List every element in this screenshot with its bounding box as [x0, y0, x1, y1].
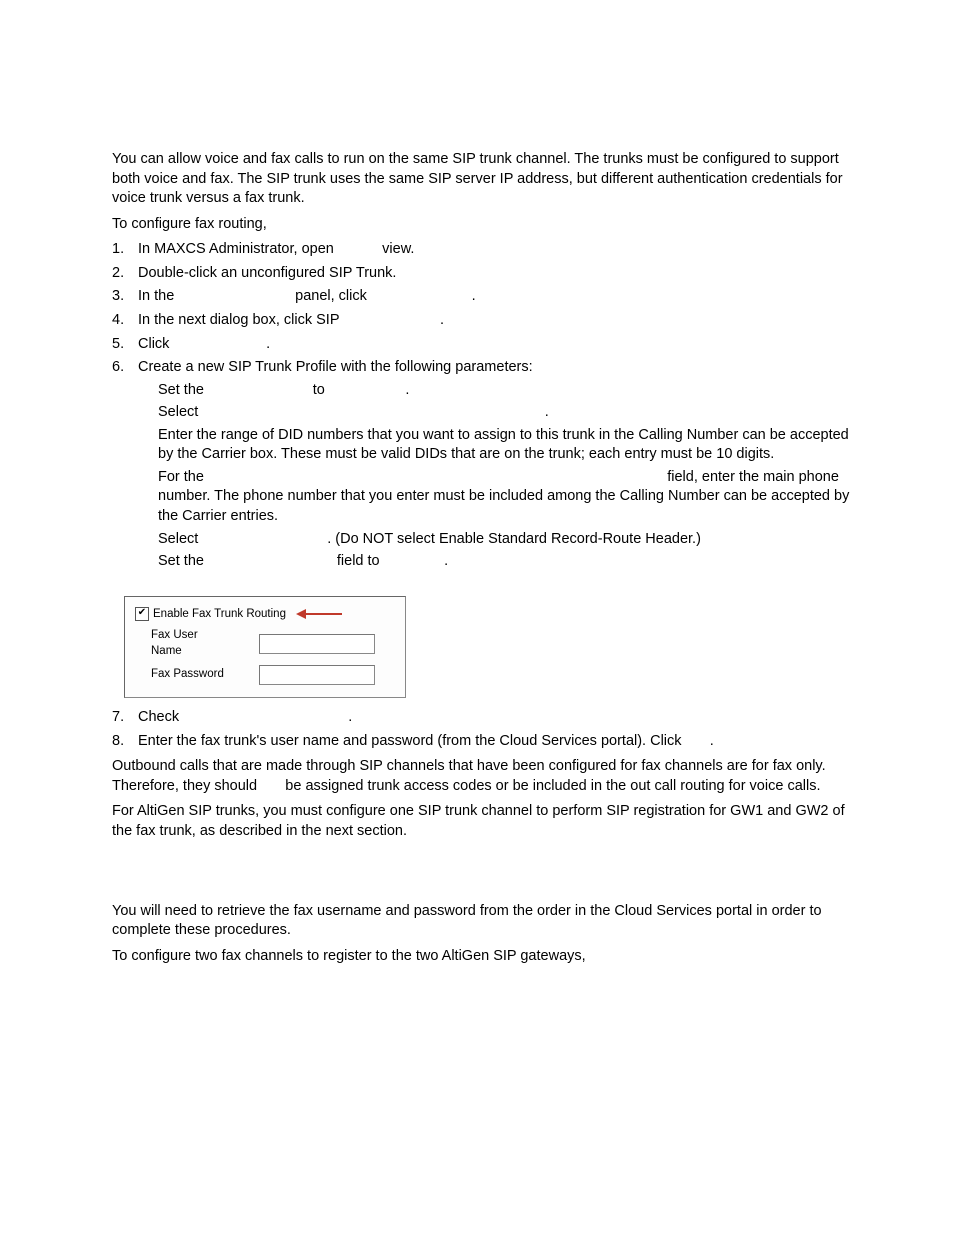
fax-routing-panel: ✔ Enable Fax Trunk Routing Fax User Name… [124, 596, 406, 699]
sub-point: Select . (Do NOT select Enable Standard … [138, 530, 854, 550]
fax-user-label: Fax User Name [151, 628, 229, 659]
step-marker: 8. [112, 732, 124, 752]
step-marker: 5. [112, 335, 124, 355]
fax-user-input[interactable] [259, 634, 375, 654]
step-marker: 7. [112, 708, 124, 728]
step-text: In the panel, click . [138, 288, 476, 304]
step-marker: 1. [112, 240, 124, 260]
sub-point: Set the to . [138, 381, 854, 401]
step-marker: 3. [112, 287, 124, 307]
step-text: Enter the fax trunk's user name and pass… [138, 733, 714, 749]
page-content: You can allow voice and fax calls to run… [0, 0, 954, 1235]
checkbox-label: Enable Fax Trunk Routing [153, 607, 286, 623]
lead-in: To configure fax routing, [112, 215, 854, 235]
sub-point: Set the field to . [138, 552, 854, 572]
step-text: In MAXCS Administrator, open view. [138, 241, 414, 257]
callout-arrow-icon [296, 609, 342, 619]
step-marker: 4. [112, 311, 124, 331]
fax-pass-label: Fax Password [151, 667, 229, 683]
step-text: Create a new SIP Trunk Profile with the … [138, 359, 533, 375]
outbound-note: Outbound calls that are made through SIP… [112, 757, 854, 796]
fax-pass-input[interactable] [259, 665, 375, 685]
step-text: Check . [138, 709, 352, 725]
altigen-note: For AltiGen SIP trunks, you must configu… [112, 802, 854, 841]
enable-fax-checkbox[interactable]: ✔ [135, 607, 149, 621]
retrieve-note: You will need to retrieve the fax userna… [112, 902, 854, 941]
sub-point: Enter the range of DID numbers that you … [138, 426, 854, 465]
configure-note: To configure two fax channels to registe… [112, 947, 854, 967]
step-text: Click . [138, 336, 270, 352]
sub-point: Select . [138, 403, 854, 423]
steps-list-cont: 7. Check . 8. Enter the fax trunk's user n… [112, 708, 854, 751]
steps-list: 1. In MAXCS Administrator, open view. 2. D… [112, 240, 854, 571]
step-marker: 6. [112, 358, 124, 378]
intro-paragraph: You can allow voice and fax calls to run… [112, 150, 854, 209]
step-marker: 2. [112, 264, 124, 284]
sub-point: For the field, enter the main phone numb… [138, 468, 854, 527]
step-text: In the next dialog box, click SIP . [138, 312, 444, 328]
step-text: Double-click an unconfigured SIP Trunk. [138, 265, 396, 281]
